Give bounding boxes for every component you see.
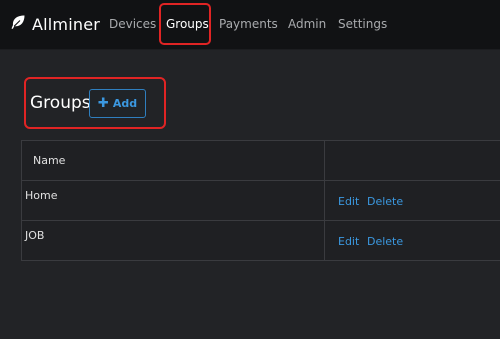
group-name-cell: Home — [25, 189, 58, 202]
nav-payments[interactable]: Payments — [219, 17, 278, 31]
group-name-cell: JOB — [25, 229, 45, 242]
row-divider — [22, 180, 500, 181]
leaf-icon — [10, 14, 26, 34]
delete-link[interactable]: Delete — [367, 195, 403, 208]
edit-link[interactable]: Edit — [338, 195, 359, 208]
brand-link[interactable]: Allminer — [10, 13, 100, 35]
add-button-label: Add — [112, 97, 138, 110]
nav-devices[interactable]: Devices — [109, 17, 156, 31]
brand-name: Allminer — [32, 14, 101, 34]
page-title: Groups — [30, 93, 91, 113]
row-divider — [22, 220, 500, 221]
nav-admin[interactable]: Admin — [288, 17, 326, 31]
add-group-button[interactable]: ✚ Add — [89, 89, 146, 118]
edit-link[interactable]: Edit — [338, 235, 359, 248]
nav-settings[interactable]: Settings — [338, 17, 387, 31]
top-navbar: Allminer Devices Groups Payments Admin S… — [0, 0, 500, 50]
plus-icon: ✚ — [97, 96, 109, 111]
highlight-groups-nav — [159, 3, 211, 45]
column-header-name: Name — [33, 154, 66, 167]
groups-table: Name Home Edit Delete JOB Edit Delete — [21, 140, 500, 261]
column-divider — [324, 141, 325, 261]
delete-link[interactable]: Delete — [367, 235, 403, 248]
